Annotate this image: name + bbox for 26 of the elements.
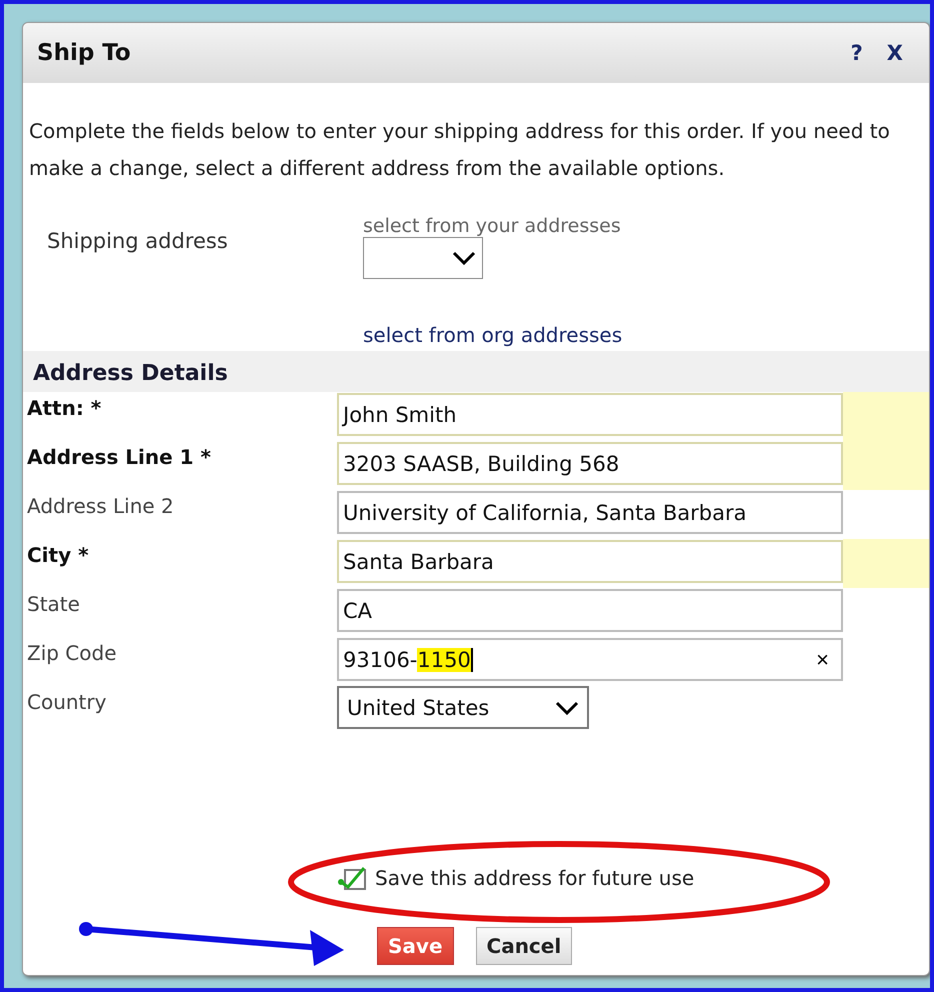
field-label: Address Line 1 * [26,444,212,469]
field-label: Zip Code [26,640,117,665]
field-label: City * [26,542,89,567]
input-field[interactable]: CA [337,589,843,632]
field-label: State [26,591,80,616]
help-button[interactable]: ? [838,41,875,65]
input-field[interactable]: University of California, Santa Barbara [337,491,843,534]
close-button[interactable]: X [874,41,915,65]
save-button[interactable]: Save [377,927,454,965]
section-header: Address Details [23,351,929,392]
cancel-button[interactable]: Cancel [476,927,572,965]
field-label: Country [26,689,106,714]
field-label: Shipping address [47,228,229,255]
save-address-checkbox[interactable]: Save this address for future use [337,865,694,891]
input-field[interactable]: John Smith [337,393,843,436]
input-field[interactable]: 3203 SAASB, Building 568 [337,442,843,485]
country-dropdown[interactable]: United States [337,686,589,729]
clear-button[interactable]: × [808,646,837,672]
input-field[interactable]: 93106-1150 × [337,638,843,681]
field-label: Attn: * [26,395,102,420]
instructions-text: Complete the fields below to enter your shipping address for this order. If you need to make a change, select a different address from the available options. [29,118,891,182]
field-label: Address Line 2 [26,493,174,518]
field-hint: select from your addresses [363,215,622,237]
org-addresses-link[interactable]: select from org addresses [363,323,622,347]
dialog-title: Ship To [37,40,132,66]
input-field[interactable]: Santa Barbara [337,540,843,583]
